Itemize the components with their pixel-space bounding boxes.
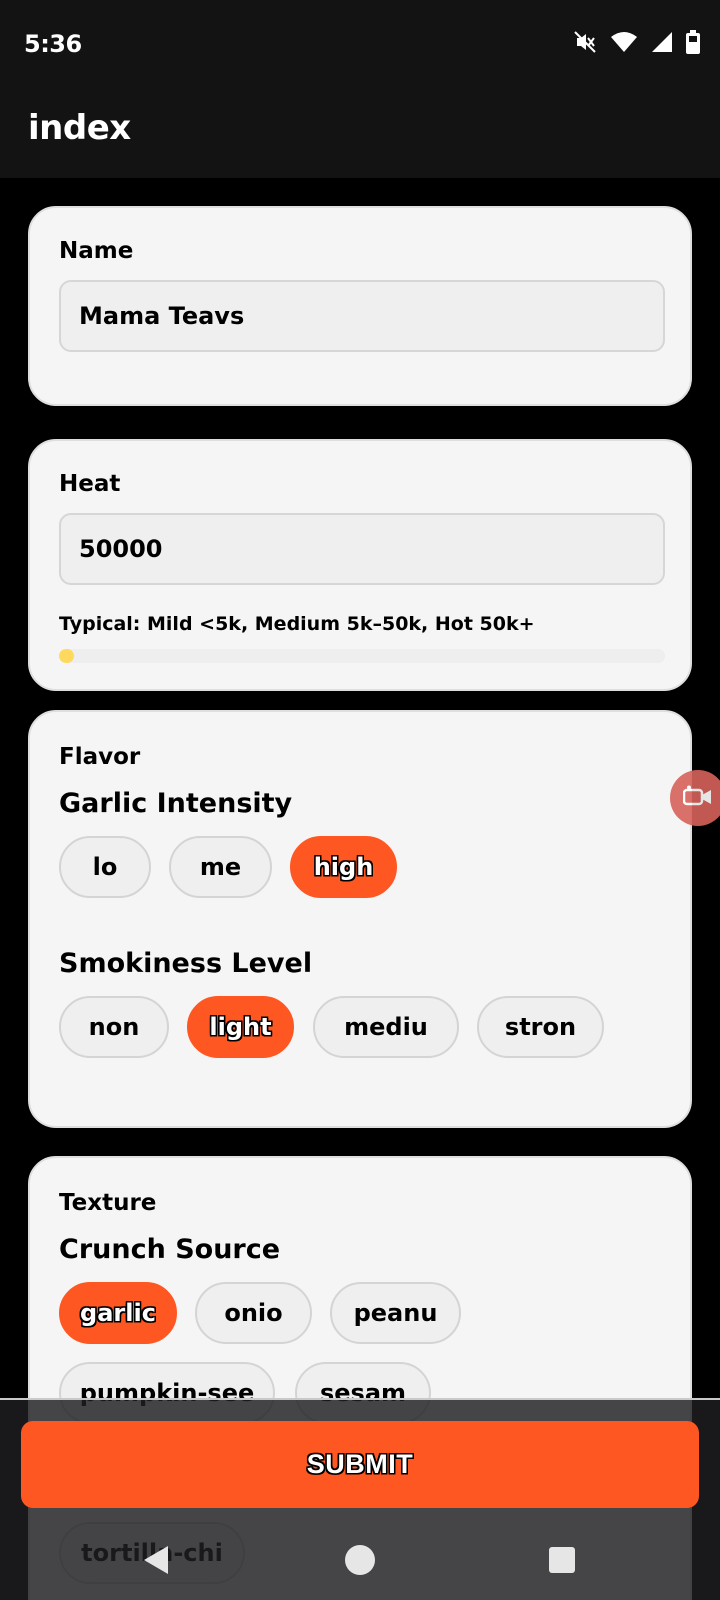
garlic-option-lo[interactable]: lo	[59, 836, 151, 898]
name-card: Name Mama Teavs	[28, 206, 692, 406]
heat-input[interactable]: 50000	[59, 513, 665, 585]
smokiness-level-title: Smokiness Level	[59, 948, 313, 979]
mute-icon	[572, 29, 598, 59]
back-icon[interactable]	[140, 1542, 176, 1578]
heat-hint: Typical: Mild <5k, Medium 5k–50k, Hot 50…	[59, 613, 535, 635]
status-bar: 5:36	[0, 0, 720, 88]
status-time: 5:36	[24, 30, 82, 58]
heat-card: Heat 50000 Typical: Mild <5k, Medium 5k–…	[28, 439, 692, 691]
form-scroll[interactable]: Name Mama Teavs Heat 50000 Typical: Mild…	[0, 178, 720, 1600]
smokiness-option-non[interactable]: non	[59, 996, 169, 1058]
crunch-option-peanu[interactable]: peanu	[330, 1282, 461, 1344]
signal-icon	[650, 30, 674, 58]
crunch-source-title: Crunch Source	[59, 1234, 281, 1265]
recents-icon[interactable]	[544, 1542, 580, 1578]
garlic-intensity-title: Garlic Intensity	[59, 788, 293, 819]
battery-icon	[686, 30, 700, 58]
flavor-card: Flavor Garlic Intensity lo me high Smoki…	[28, 710, 692, 1128]
garlic-option-high[interactable]: high	[290, 836, 397, 898]
heat-label: Heat	[59, 471, 121, 497]
name-input[interactable]: Mama Teavs	[59, 280, 665, 352]
app-bar: index	[0, 88, 720, 178]
wifi-icon	[610, 30, 638, 58]
heat-meter	[59, 649, 665, 663]
smokiness-option-stron[interactable]: stron	[477, 996, 604, 1058]
screen-record-bubble[interactable]	[670, 770, 720, 826]
crunch-option-garlic[interactable]: garlic	[59, 1282, 177, 1344]
heat-meter-fill	[59, 649, 75, 663]
garlic-option-me[interactable]: me	[169, 836, 272, 898]
smokiness-option-mediu[interactable]: mediu	[313, 996, 459, 1058]
status-icons	[572, 30, 700, 58]
home-icon[interactable]	[342, 1542, 378, 1578]
name-label: Name	[59, 238, 134, 264]
video-camera-icon	[682, 785, 713, 811]
crunch-option-onio[interactable]: onio	[195, 1282, 312, 1344]
smokiness-option-light[interactable]: light	[187, 996, 294, 1058]
flavor-section-label: Flavor	[59, 744, 141, 770]
system-nav-bar	[0, 1528, 720, 1590]
submit-button[interactable]: SUBMIT	[21, 1421, 699, 1508]
texture-section-label: Texture	[59, 1190, 157, 1216]
page-title: index	[28, 108, 131, 148]
